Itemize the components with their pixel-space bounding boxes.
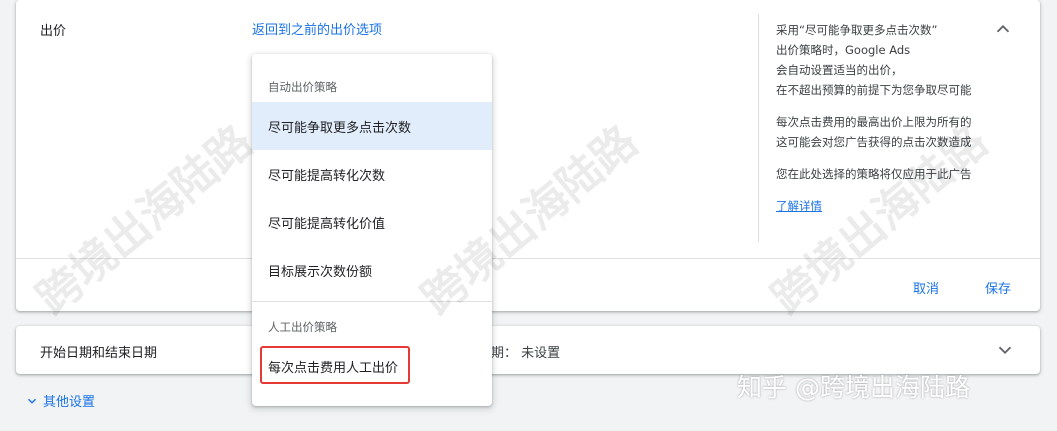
help-text-line: 在不超出预算的前提下为您争取尽可能 <box>776 83 972 97</box>
help-text-line: 出价策略时，Google Ads <box>776 43 911 57</box>
help-text-line: 采用“尽可能争取更多点击次数” <box>776 23 938 37</box>
menu-divider <box>252 301 492 302</box>
menu-item-target-impression-share[interactable]: 目标展示次数份额 <box>252 246 492 294</box>
bid-strategy-dropdown: 自动出价策略 尽可能争取更多点击次数 尽可能提高转化次数 尽可能提高转化价值 目… <box>252 54 492 406</box>
chevron-down-icon <box>27 398 37 404</box>
help-text-line: 您在此处选择的策略将仅应用于此广告 <box>776 167 972 181</box>
other-settings-label[interactable]: 其他设置 <box>43 391 95 410</box>
start-end-date-card[interactable]: 开始日期和结束日期 期： 未设置 <box>16 326 1040 374</box>
collapse-chevron-up-icon[interactable] <box>992 18 1014 40</box>
date-section-label: 开始日期和结束日期 <box>40 346 158 361</box>
learn-more-link[interactable]: 了解详情 <box>776 196 976 216</box>
help-text-line: 这可能会对您广告获得的点击次数造成 <box>776 135 972 149</box>
help-divider <box>758 14 759 242</box>
bidding-footer-divider <box>16 258 1040 259</box>
end-date-summary: 期： 未设置 <box>491 346 561 361</box>
auto-bidding-header: 自动出价策略 <box>268 80 337 94</box>
menu-item-maximize-conversions[interactable]: 尽可能提高转化次数 <box>252 150 492 198</box>
manual-bidding-header: 人工出价策略 <box>268 320 337 334</box>
menu-item-maximize-conversion-value[interactable]: 尽可能提高转化价值 <box>252 198 492 246</box>
expand-chevron-down-icon[interactable] <box>994 339 1016 361</box>
footer-watermark: 知乎 @跨境出海陆路 <box>737 373 970 402</box>
bidding-card: 出价 返回到之前的出价选项 采用“尽可能争取更多点击次数” 出价策略时，Goog… <box>16 0 1040 311</box>
help-text-line: 会自动设置适当的出价， <box>776 63 903 77</box>
bidding-help-panel: 采用“尽可能争取更多点击次数” 出价策略时，Google Ads 会自动设置适当… <box>776 20 976 216</box>
other-settings-toggle[interactable]: 其他设置 <box>25 391 95 410</box>
back-to-previous-bidding-link[interactable]: 返回到之前的出价选项 <box>252 19 382 38</box>
save-button[interactable]: 保存 <box>985 278 1011 297</box>
annotation-highlight-box <box>260 346 410 384</box>
help-text-line: 每次点击费用的最高出价上限为所有的 <box>776 115 972 129</box>
bidding-label: 出价 <box>40 24 67 39</box>
cancel-button[interactable]: 取消 <box>913 278 939 297</box>
menu-item-maximize-clicks[interactable]: 尽可能争取更多点击次数 <box>252 102 492 150</box>
